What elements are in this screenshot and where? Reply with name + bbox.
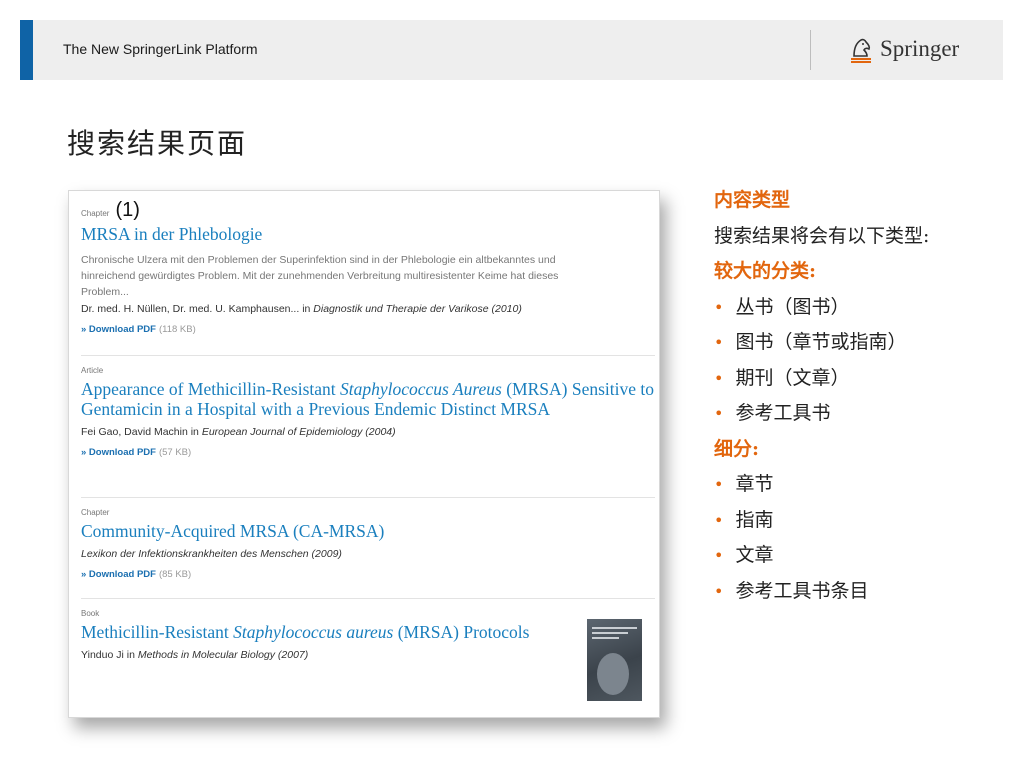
bullet: • bbox=[714, 510, 724, 530]
title-italic: Staphylococcus aureus bbox=[233, 622, 394, 642]
panel-heading-content-type: 内容类型 bbox=[714, 189, 791, 211]
result-type: Chapter bbox=[81, 508, 110, 517]
title-text: Appearance of Methicillin-Resistant bbox=[81, 379, 341, 399]
bullet: • bbox=[714, 333, 724, 352]
bullet: • bbox=[714, 368, 724, 388]
list-item: • 文章 bbox=[714, 538, 1014, 574]
cover-title-lines bbox=[592, 627, 637, 642]
download-row: » Download PDF (118 KB) bbox=[81, 324, 655, 335]
result-authors: Fei Gao, David Machin in European Journa… bbox=[81, 425, 655, 439]
annotation-number: (1) bbox=[115, 199, 140, 221]
file-size: (57 KB) bbox=[158, 447, 192, 458]
result-type: Chapter bbox=[81, 209, 110, 218]
list-item: • 章节 bbox=[714, 467, 1014, 503]
download-row: » Download PDF (85 KB) bbox=[81, 569, 655, 580]
book-cover-thumbnail[interactable] bbox=[587, 619, 642, 701]
list-item: • 参考工具书 bbox=[714, 396, 1014, 432]
result-snippet: Chronische Ulzera mit den Problemen der … bbox=[81, 254, 559, 298]
result-title-link[interactable]: MRSA in der Phlebologie bbox=[81, 224, 655, 244]
download-pdf-link[interactable]: » Download PDF bbox=[81, 569, 156, 580]
bullet: • bbox=[714, 475, 724, 494]
result-source: Lexikon der Infektionskrankheiten des Me… bbox=[81, 548, 342, 560]
header-title: The New SpringerLink Platform bbox=[63, 41, 258, 57]
springer-knight-icon bbox=[851, 38, 871, 63]
list-item-label: 文章 bbox=[735, 544, 774, 566]
result-authors: Dr. med. H. Nüllen, Dr. med. U. Kamphaus… bbox=[81, 302, 655, 316]
result-source: Diagnostik und Therapie der Varikose (20… bbox=[313, 303, 522, 315]
file-size: (118 KB) bbox=[158, 324, 196, 335]
result-title-link[interactable]: Community-Acquired MRSA (CA-MRSA) bbox=[81, 521, 655, 541]
search-results-screenshot: Chapter (1) MRSA in der Phlebologie Chron… bbox=[68, 190, 660, 718]
author-names: Fei Gao, David Machin bbox=[81, 426, 188, 438]
result-type: Book bbox=[81, 609, 100, 618]
header-accent-bar bbox=[20, 20, 33, 80]
download-row: » Download PDF (57 KB) bbox=[81, 447, 655, 458]
cover-illustration bbox=[597, 653, 629, 695]
result-type: Article bbox=[81, 366, 104, 375]
file-size: (85 KB) bbox=[158, 569, 192, 580]
list-item-label: 指南 bbox=[735, 508, 774, 531]
result-item: Article Appearance of Methicillin-Resist… bbox=[81, 355, 655, 458]
list-item-label: 参考工具书条目 bbox=[735, 579, 869, 602]
result-title-link[interactable]: Methicillin-Resistant Staphylococcus aur… bbox=[81, 622, 655, 642]
result-source-row: Lexikon der Infektionskrankheiten des Me… bbox=[81, 547, 655, 561]
result-item: Chapter (1) MRSA in der Phlebologie Chron… bbox=[81, 199, 655, 335]
list-item-label: 期刊（文章） bbox=[735, 366, 850, 389]
result-source: European Journal of Epidemiology (2004) bbox=[201, 426, 396, 438]
list-item: • 指南 bbox=[714, 503, 1014, 539]
list-item-label: 丛书（图书） bbox=[735, 295, 850, 318]
result-source: Methods in Molecular Biology (2007) bbox=[137, 649, 309, 661]
logo-text: Springer bbox=[880, 36, 960, 61]
springer-logo: Springer bbox=[848, 32, 959, 66]
list-item-label: 图书（章节或指南） bbox=[735, 331, 907, 353]
list-item: • 图书（章节或指南） bbox=[714, 325, 1014, 361]
list-item-label: 参考工具书 bbox=[735, 402, 831, 424]
title-text: (MRSA) Protocols bbox=[393, 622, 530, 642]
list-item: • 参考工具书条目 bbox=[714, 574, 1014, 610]
result-item: Book Methicillin-Resistant Staphylococcu… bbox=[81, 598, 655, 662]
author-names: Yinduo Ji bbox=[81, 649, 124, 661]
bullet: • bbox=[714, 546, 724, 565]
title-italic: Staphylococcus Aureus bbox=[340, 379, 502, 399]
title-text: Methicillin-Resistant bbox=[81, 622, 234, 642]
panel-heading-major: 较大的分类: bbox=[714, 260, 817, 282]
header-divider bbox=[810, 30, 811, 70]
in-word: in bbox=[190, 426, 199, 438]
result-authors: Yinduo Ji in Methods in Molecular Biolog… bbox=[81, 648, 655, 662]
list-item-label: 章节 bbox=[735, 473, 774, 495]
list-item: • 丛书（图书） bbox=[714, 290, 1014, 326]
in-word: in bbox=[302, 303, 311, 315]
bullet: • bbox=[714, 297, 724, 317]
bullet: • bbox=[714, 404, 724, 423]
in-word: in bbox=[126, 649, 135, 661]
result-title-link[interactable]: Appearance of Methicillin-Resistant Stap… bbox=[81, 379, 655, 419]
download-pdf-link[interactable]: » Download PDF bbox=[81, 324, 156, 335]
panel-intro: 搜索结果将会有以下类型: bbox=[714, 224, 930, 247]
download-pdf-link[interactable]: » Download PDF bbox=[81, 447, 156, 458]
list-item: • 期刊（文章） bbox=[714, 361, 1014, 397]
page-title: 搜索结果页面 bbox=[67, 127, 248, 160]
bullet: • bbox=[714, 581, 724, 601]
author-names: Dr. med. H. Nüllen, Dr. med. U. Kamphaus… bbox=[81, 303, 300, 315]
panel-heading-minor: 细分: bbox=[714, 437, 760, 460]
content-types-panel: 内容类型 搜索结果将会有以下类型: 较大的分类: • 丛书（图书） • 图书（章节或… bbox=[714, 183, 1014, 609]
result-item: Chapter Community-Acquired MRSA (CA-MRSA… bbox=[81, 497, 655, 580]
